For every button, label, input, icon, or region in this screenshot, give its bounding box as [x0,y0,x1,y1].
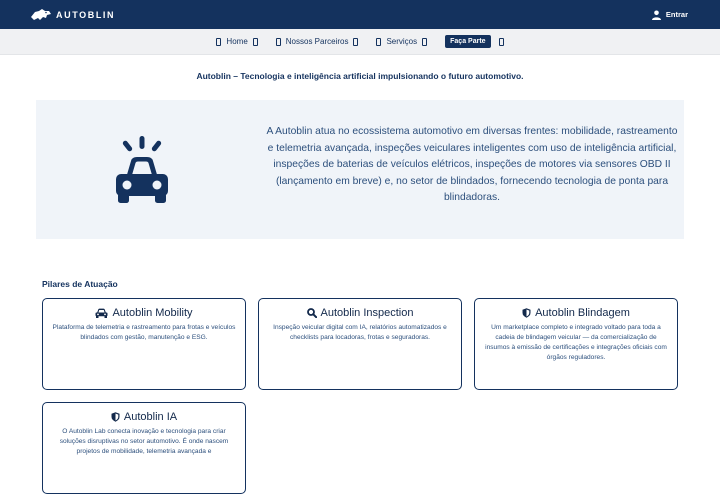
top-header: AUTOBLIN Entrar [0,0,720,29]
brand-name: AUTOBLIN [56,9,116,20]
nav-label-parceiros: Nossos Parceiros [285,37,349,46]
nav-placeholder-icon [216,37,222,46]
nav-label-servicos: Serviços [386,37,418,46]
nav-placeholder-icon [376,37,382,46]
faca-parte-button[interactable]: Faça Parte [445,35,491,48]
shield-icon [111,412,120,422]
card-description: Inspeção veicular digital com IA, relató… [273,324,447,341]
nav-placeholder-icon [275,37,281,46]
chevron-down-icon [353,37,359,46]
chevron-down-icon[interactable] [498,37,504,46]
card-inspection[interactable]: Autoblin Inspection Inspeção veicular di… [258,298,462,390]
card-ia[interactable]: Autoblin IA O Autoblin Lab conecta inova… [42,402,246,494]
main-navigation: Home Nossos Parceiros Serviços Faça Part… [0,29,720,55]
card-title: Autoblin IA [123,411,178,423]
panther-logo-icon [31,8,51,20]
login-button[interactable]: Entrar [651,10,688,20]
card-title: Autoblin Mobility [112,307,193,319]
card-title: Autoblin Blindagem [535,307,630,319]
chevron-down-icon [252,37,258,46]
car-alert-icon [116,136,168,203]
brand-logo[interactable]: AUTOBLIN [30,8,115,22]
card-description: O Autoblin Lab conecta inovação e tecnol… [59,428,229,455]
card-title: Autoblin Inspection [320,307,414,319]
page-tagline: Autoblin – Tecnologia e inteligência art… [196,71,524,81]
search-icon [306,308,317,318]
nav-item-parceiros[interactable]: Nossos Parceiros [275,37,359,46]
hero-description: A Autoblin atua no ecossistema automotiv… [266,126,678,204]
card-description: Plataforma de telemetria e rastreamento … [52,324,236,341]
pillars-section-title: Pilares de Atuação [42,279,118,289]
card-mobility[interactable]: Autoblin Mobility Plataforma de telemetr… [42,298,246,390]
card-description: Um marketplace completo e integrado volt… [485,324,667,361]
nav-item-home[interactable]: Home [216,37,258,46]
chevron-down-icon [422,37,428,46]
hero-section: A Autoblin atua no ecossistema automotiv… [36,100,684,239]
car-icon [95,308,108,318]
nav-label-home: Home [226,37,248,46]
shield-icon [522,308,531,318]
nav-item-servicos[interactable]: Serviços [376,37,428,46]
login-label: Entrar [665,10,688,19]
user-icon [651,10,661,20]
card-blindagem[interactable]: Autoblin Blindagem Um marketplace comple… [474,298,678,390]
